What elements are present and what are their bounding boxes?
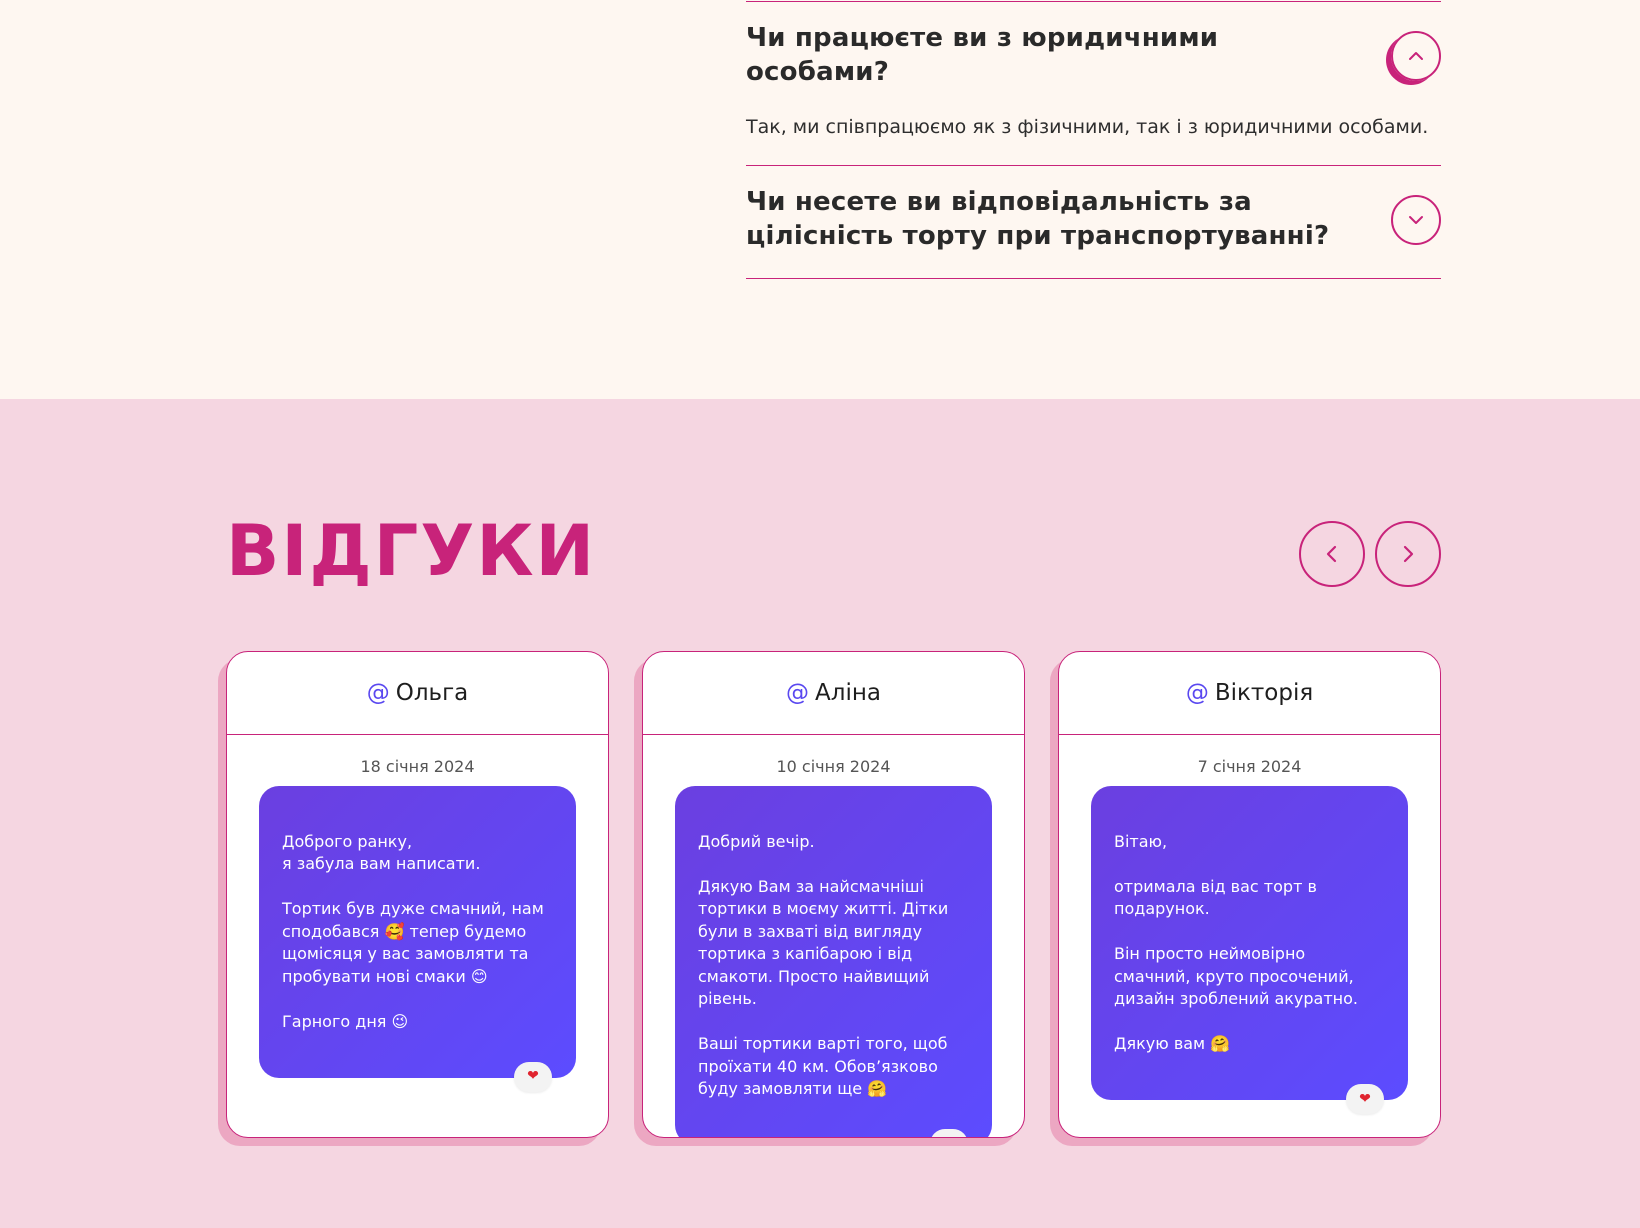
- review-author-name: Вікторія: [1214, 680, 1314, 706]
- heart-reaction-icon: ❤: [514, 1061, 552, 1092]
- at-icon: @: [366, 680, 390, 706]
- review-card-body: @ Аліна 10 січня 2024 Добрий вечір. Дяку…: [642, 651, 1025, 1138]
- review-message-text: Вітаю, отримала від вас торт в подарунок…: [1114, 831, 1359, 1054]
- faq-divider: [746, 165, 1441, 166]
- review-date: 18 січня 2024: [360, 757, 475, 776]
- chevron-down-icon: [1409, 216, 1423, 224]
- review-message-text: Доброго ранку, я забула вам написати. То…: [282, 831, 544, 1031]
- faq-divider: [746, 278, 1441, 279]
- faq-answer-1: Так, ми співпрацюємо як з фізичними, так…: [746, 116, 1429, 138]
- review-card-body: @ Вікторія 7 січня 2024 Вітаю, отримала …: [1058, 651, 1441, 1138]
- prev-button[interactable]: [1299, 521, 1365, 587]
- reviews-section: ВІДГУКИ @ Ольга 18 січня 2024 Доброго ра…: [0, 399, 1640, 1228]
- review-card-body: @ Ольга 18 січня 2024 Доброго ранку, я з…: [226, 651, 609, 1138]
- review-author-name: Ольга: [395, 680, 469, 706]
- review-author: @ Ольга: [227, 652, 608, 735]
- review-message: Доброго ранку, я забула вам написати. То…: [259, 786, 576, 1092]
- review-author: @ Аліна: [643, 652, 1024, 735]
- chevron-right-icon: [1403, 545, 1414, 563]
- heart-reaction-icon: ❤: [1346, 1084, 1384, 1114]
- review-card: @ Вікторія 7 січня 2024 Вітаю, отримала …: [1050, 651, 1441, 1146]
- review-card: @ Ольга 18 січня 2024 Доброго ранку, я з…: [218, 651, 609, 1146]
- chevron-left-icon: [1326, 545, 1337, 563]
- review-date: 10 січня 2024: [776, 757, 891, 776]
- reviews-title: ВІДГУКИ: [226, 510, 597, 592]
- review-message: Добрий вечір. Дякую Вам за найсмачніші т…: [675, 786, 992, 1137]
- review-date: 7 січня 2024: [1197, 757, 1302, 776]
- faq-collapse-button[interactable]: [1391, 31, 1441, 81]
- heart-reaction-icon: ❤: [930, 1129, 968, 1137]
- review-author-name: Аліна: [815, 680, 881, 706]
- at-icon: @: [786, 680, 810, 706]
- faq-expand-button[interactable]: [1391, 195, 1441, 245]
- at-icon: @: [1185, 680, 1209, 706]
- chevron-up-icon: [1409, 52, 1423, 60]
- review-card: @ Аліна 10 січня 2024 Добрий вечір. Дяку…: [634, 651, 1025, 1146]
- review-message: Вітаю, отримала від вас торт в подарунок…: [1091, 786, 1408, 1114]
- faq-question-2[interactable]: Чи несете ви відповідальність за цілісні…: [746, 185, 1386, 253]
- next-button[interactable]: [1375, 521, 1441, 587]
- review-author: @ Вікторія: [1059, 652, 1440, 735]
- faq-divider: [746, 1, 1441, 2]
- faq-section: Чи працюєте ви з юридичними особами? Так…: [0, 0, 1640, 399]
- review-message-text: Добрий вечір. Дякую Вам за найсмачніші т…: [698, 831, 949, 1099]
- faq-question-1[interactable]: Чи працюєте ви з юридичними особами?: [746, 21, 1346, 89]
